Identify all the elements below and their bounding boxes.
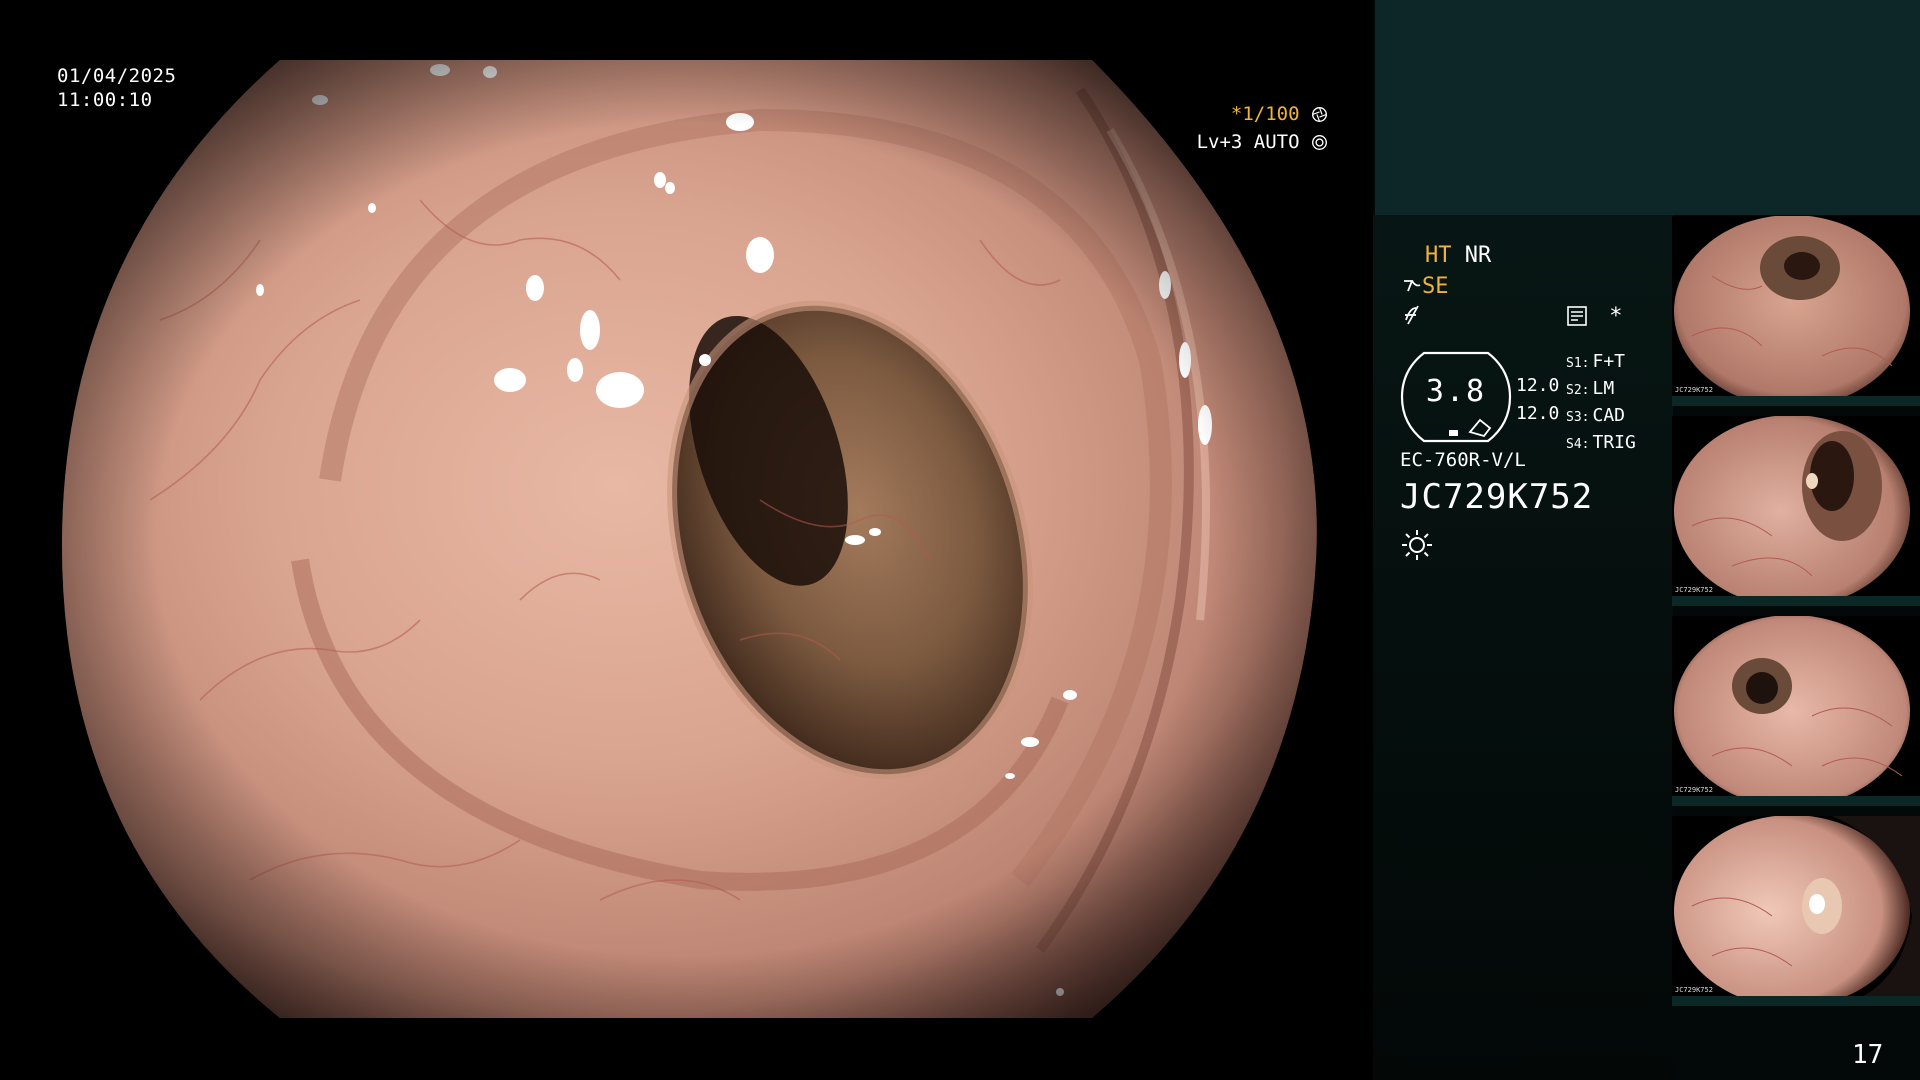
se-label: SE: [1422, 274, 1449, 299]
aperture-icon: [1312, 107, 1327, 122]
scope-switch-list: S1: F+T S2: LM S3: CAD S4: TRIG: [1566, 349, 1636, 457]
date-text: 01/04/2025: [57, 65, 177, 87]
sun-icon: [1402, 530, 1432, 560]
thumbnail-image: [1674, 616, 1910, 806]
memo-icon: [1567, 306, 1587, 326]
switch-item: S3: CAD: [1566, 405, 1625, 426]
se-row: SE: [1402, 274, 1449, 299]
enhancement-value: 3.8: [1425, 374, 1487, 409]
panel-header-area: [1375, 0, 1920, 215]
thumbnail-id: JC729K752: [1675, 986, 1713, 994]
switch-item: S1: F+T: [1566, 351, 1625, 372]
structure-enhance-icon: [1404, 280, 1421, 292]
enhancement-level-1: 12.0: [1516, 375, 1560, 396]
colon-lumen-image: [61, 60, 1317, 1018]
shutter-speed: 1/100: [1242, 103, 1300, 125]
scope-model: EC-760R-V/L: [1400, 449, 1526, 471]
shutter-row: *1/100: [1028, 100, 1328, 128]
memo-row: *: [1566, 304, 1623, 329]
nr-label: NR: [1464, 243, 1492, 268]
thumbnail-id: JC729K752: [1675, 386, 1713, 394]
panel-status-area: [1373, 215, 1673, 1080]
thumbnail-strip: [1672, 596, 1920, 606]
scope-serial: JC729K752: [1400, 477, 1594, 517]
memo-symbol: *: [1609, 304, 1623, 329]
thumbnail-1[interactable]: JC729K752: [1672, 216, 1920, 406]
iris-icon: [1312, 135, 1327, 150]
thumbnail-3[interactable]: JC729K752: [1672, 616, 1920, 806]
ht-nr-row: HT NR: [1425, 243, 1491, 268]
page-number: 17: [1852, 1040, 1884, 1070]
shutter-iris-readout: *1/100 Lv+3 AUTO: [1028, 100, 1328, 156]
ht-label: HT: [1425, 243, 1452, 268]
iris-mode: AUTO: [1253, 131, 1300, 153]
shutter-prefix: *: [1230, 103, 1243, 125]
thumbnail-id: JC729K752: [1675, 786, 1713, 794]
thumbnail-4[interactable]: JC729K752: [1672, 816, 1920, 1006]
switch-item: S2: LM: [1566, 378, 1615, 399]
iris-level: Lv+3: [1196, 131, 1243, 153]
thumbnail-strip: [1672, 996, 1920, 1006]
endoscope-view: 01/04/2025 11:00:10 *1/100 Lv+3 AUTO: [0, 0, 1372, 1080]
thumbnail-image: [1674, 816, 1920, 1006]
enhancement-level-2: 12.0: [1516, 403, 1560, 424]
function-row: [1402, 304, 1422, 332]
enhancement-levels: 12.0 12.0: [1516, 372, 1559, 428]
thumbnail-strip: [1672, 796, 1920, 806]
iris-row: Lv+3 AUTO: [1028, 128, 1328, 156]
thumbnail-strip: [1672, 396, 1920, 406]
time-text: 11:00:10: [57, 89, 153, 111]
thumbnail-2[interactable]: JC729K752: [1672, 416, 1920, 606]
switch-item: S4: TRIG: [1566, 432, 1636, 453]
thumbnail-image: [1674, 416, 1910, 606]
thumbnail-id: JC729K752: [1675, 586, 1713, 594]
date-time-readout: 01/04/2025 11:00:10: [57, 64, 176, 112]
thumbnail-image: [1674, 216, 1910, 406]
function-icon: [1405, 305, 1419, 325]
